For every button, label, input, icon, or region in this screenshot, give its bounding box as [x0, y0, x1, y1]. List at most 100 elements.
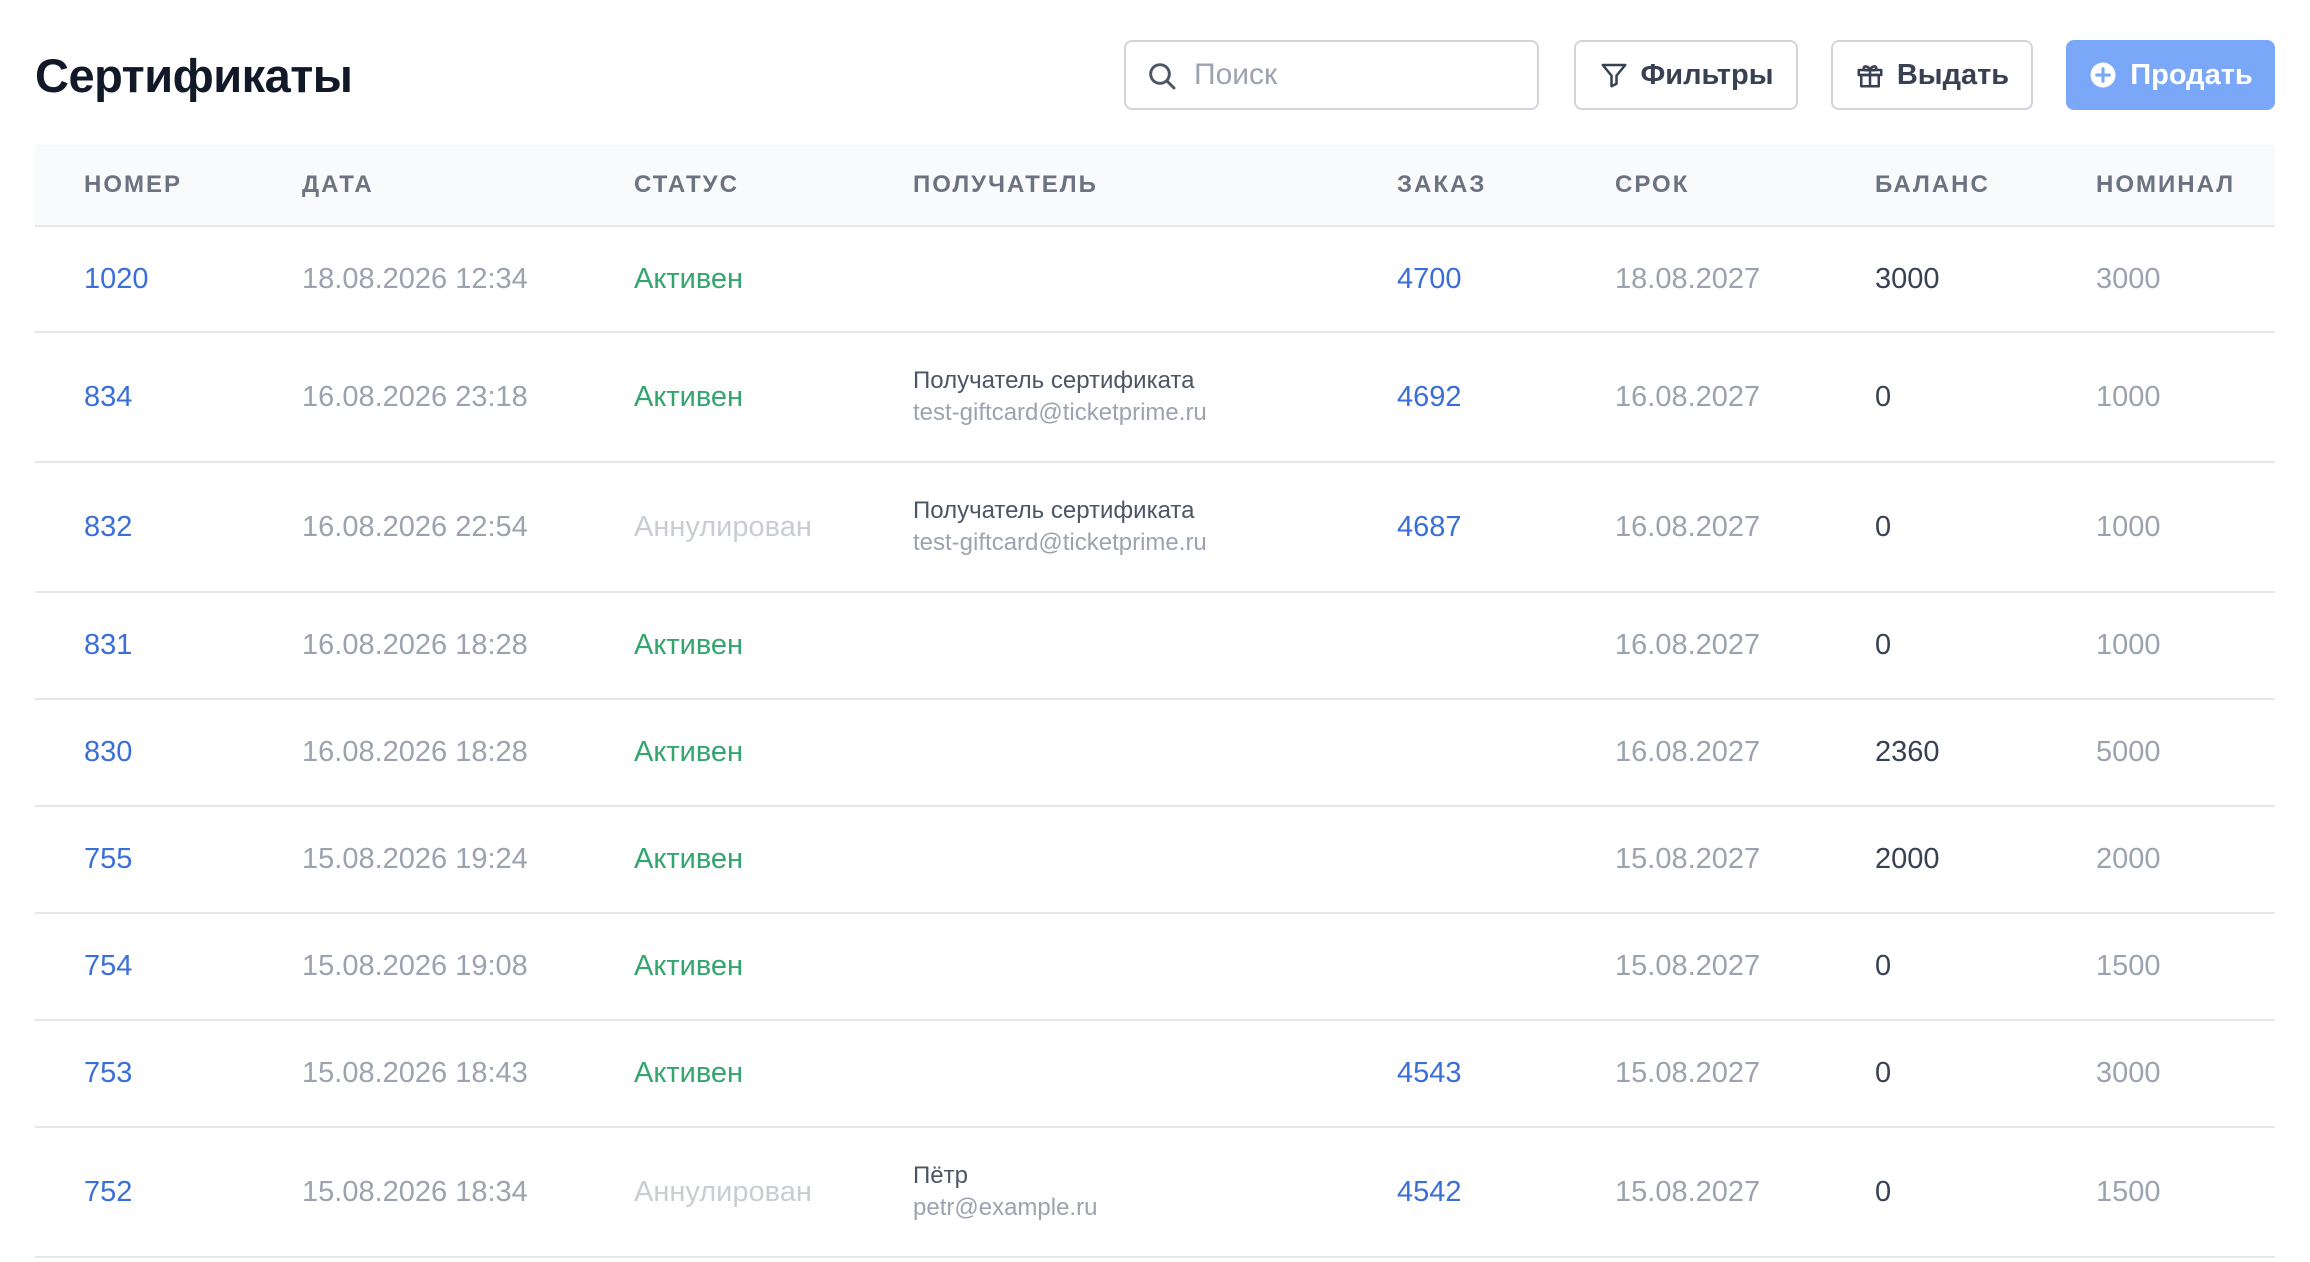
- column-header-nominal[interactable]: Номинал: [2096, 145, 2235, 225]
- recipient-info: Пётр petr@example.ru: [913, 1160, 1097, 1224]
- balance-value: 0: [1875, 1057, 1892, 1089]
- recipient-info: Получатель сертификата test-giftcard@tick…: [913, 495, 1207, 559]
- order-link[interactable]: 4542: [1397, 1176, 1462, 1209]
- recipient-info: Получатель сертификата test-giftcard@tick…: [913, 365, 1207, 429]
- expiry-date: 15.08.2027: [1615, 1057, 1761, 1089]
- table-row[interactable]: 754 15.08.2026 19:08 Активен 15.08.2027 0 150…: [35, 914, 2275, 1021]
- certificate-date: 15.08.2026 19:08: [302, 950, 528, 982]
- certificate-date: 16.08.2026 23:18: [302, 380, 528, 413]
- nominal-value: 1500: [2096, 950, 2161, 982]
- nominal-value: 1500: [2096, 1175, 2161, 1208]
- status-badge: Активен: [634, 262, 744, 295]
- sell-button[interactable]: Продать: [2066, 40, 2275, 110]
- certificate-date: 18.08.2026 12:34: [302, 262, 528, 295]
- nominal-value: 1000: [2096, 510, 2161, 543]
- plus-circle-icon: [2090, 62, 2116, 88]
- status-badge: Активен: [634, 629, 744, 661]
- order-link[interactable]: 4687: [1397, 511, 1462, 544]
- certificates-table: Номер Дата Статус Получатель Заказ Срок …: [35, 145, 2275, 1258]
- status-badge: Активен: [634, 736, 744, 768]
- nominal-value: 2000: [2096, 843, 2161, 875]
- recipient-name: Получатель сертификата: [913, 497, 1195, 524]
- certificate-date: 15.08.2026 18:34: [302, 1175, 528, 1208]
- order-link[interactable]: 4543: [1397, 1057, 1462, 1090]
- certificate-number-link[interactable]: 834: [84, 381, 132, 414]
- sell-button-label: Продать: [2130, 58, 2253, 91]
- nominal-value: 3000: [2096, 262, 2161, 295]
- table-body: 1020 18.08.2026 12:34 Активен 4700 18.08.202…: [35, 227, 2275, 1258]
- expiry-date: 15.08.2027: [1615, 1175, 1761, 1208]
- expiry-date: 15.08.2027: [1615, 843, 1761, 875]
- certificate-date: 15.08.2026 18:43: [302, 1057, 528, 1089]
- search-icon: [1149, 63, 1176, 90]
- table-row[interactable]: 834 16.08.2026 23:18 Активен Получатель сер…: [35, 333, 2275, 463]
- issue-button[interactable]: Выдать: [1831, 40, 2033, 110]
- order-link[interactable]: 4700: [1397, 263, 1462, 296]
- search-box[interactable]: [1124, 40, 1539, 110]
- recipient-email: test-giftcard@ticketprime.ru: [913, 529, 1207, 556]
- balance-value: 3000: [1875, 262, 1940, 295]
- filters-button[interactable]: Фильтры: [1574, 40, 1798, 110]
- certificate-number-link[interactable]: 753: [84, 1057, 132, 1090]
- certificate-number-link[interactable]: 755: [84, 843, 132, 876]
- balance-value: 0: [1875, 510, 1892, 543]
- certificate-date: 16.08.2026 22:54: [302, 510, 528, 543]
- gift-icon: [1857, 65, 1883, 88]
- recipient-name: Пётр: [913, 1162, 968, 1189]
- page-header: Сертификаты Фильтры Выдать: [35, 40, 2275, 112]
- table-row[interactable]: 755 15.08.2026 19:24 Активен 15.08.2027 2000…: [35, 807, 2275, 914]
- recipient-email: test-giftcard@ticketprime.ru: [913, 399, 1207, 426]
- certificate-number-link[interactable]: 831: [84, 629, 132, 662]
- certificate-date: 16.08.2026 18:28: [302, 629, 528, 661]
- expiry-date: 18.08.2027: [1615, 262, 1761, 295]
- column-header-status[interactable]: Статус: [634, 145, 739, 225]
- column-header-term[interactable]: Срок: [1615, 145, 1689, 225]
- recipient-email: petr@example.ru: [913, 1194, 1098, 1221]
- expiry-date: 15.08.2027: [1615, 950, 1761, 982]
- certificate-date: 16.08.2026 18:28: [302, 736, 528, 768]
- column-header-recipient[interactable]: Получатель: [913, 145, 1098, 225]
- status-badge: Активен: [634, 950, 744, 982]
- certificate-number-link[interactable]: 832: [84, 511, 132, 544]
- balance-value: 0: [1875, 380, 1892, 413]
- table-row[interactable]: 752 15.08.2026 18:34 Аннулирован Пётр petr@e…: [35, 1128, 2275, 1258]
- search-input[interactable]: [1194, 42, 1524, 108]
- balance-value: 0: [1875, 1175, 1892, 1208]
- expiry-date: 16.08.2027: [1615, 629, 1761, 661]
- column-header-balance[interactable]: Баланс: [1875, 145, 1990, 225]
- status-badge: Активен: [634, 1057, 744, 1089]
- certificate-date: 15.08.2026 19:24: [302, 843, 528, 875]
- expiry-date: 16.08.2027: [1615, 736, 1761, 768]
- table-row[interactable]: 753 15.08.2026 18:43 Активен 4543 15.08.2027…: [35, 1021, 2275, 1128]
- order-link[interactable]: 4692: [1397, 381, 1462, 414]
- column-header-order[interactable]: Заказ: [1397, 145, 1486, 225]
- table-row[interactable]: 831 16.08.2026 18:28 Активен 16.08.2027 0 100…: [35, 593, 2275, 700]
- status-badge: Аннулирован: [634, 510, 812, 543]
- table-row[interactable]: 832 16.08.2026 22:54 Аннулирован Получатель…: [35, 463, 2275, 593]
- certificate-number-link[interactable]: 830: [84, 736, 132, 769]
- balance-value: 2000: [1875, 843, 1940, 875]
- table-row[interactable]: 1020 18.08.2026 12:34 Активен 4700 18.08.202…: [35, 227, 2275, 333]
- certificate-number-link[interactable]: 1020: [84, 263, 149, 296]
- status-badge: Аннулирован: [634, 1175, 812, 1208]
- expiry-date: 16.08.2027: [1615, 510, 1761, 543]
- page-title: Сертификаты: [35, 49, 353, 102]
- issue-button-label: Выдать: [1896, 58, 2010, 91]
- nominal-value: 3000: [2096, 1057, 2161, 1089]
- balance-value: 0: [1875, 629, 1892, 661]
- filter-icon: [1601, 63, 1627, 88]
- balance-value: 2360: [1875, 736, 1940, 768]
- table-row[interactable]: 830 16.08.2026 18:28 Активен 16.08.2027 2360…: [35, 700, 2275, 807]
- expiry-date: 16.08.2027: [1615, 380, 1761, 413]
- nominal-value: 5000: [2096, 736, 2161, 768]
- column-header-number[interactable]: Номер: [84, 145, 182, 225]
- nominal-value: 1000: [2096, 629, 2161, 661]
- column-header-date[interactable]: Дата: [302, 145, 374, 225]
- certificates-page: Сертификаты Фильтры Выдать: [35, 0, 2275, 1262]
- recipient-name: Получатель сертификата: [913, 367, 1195, 394]
- certificate-number-link[interactable]: 754: [84, 950, 132, 983]
- certificate-number-link[interactable]: 752: [84, 1176, 132, 1209]
- balance-value: 0: [1875, 950, 1892, 982]
- status-badge: Активен: [634, 843, 744, 875]
- nominal-value: 1000: [2096, 380, 2161, 413]
